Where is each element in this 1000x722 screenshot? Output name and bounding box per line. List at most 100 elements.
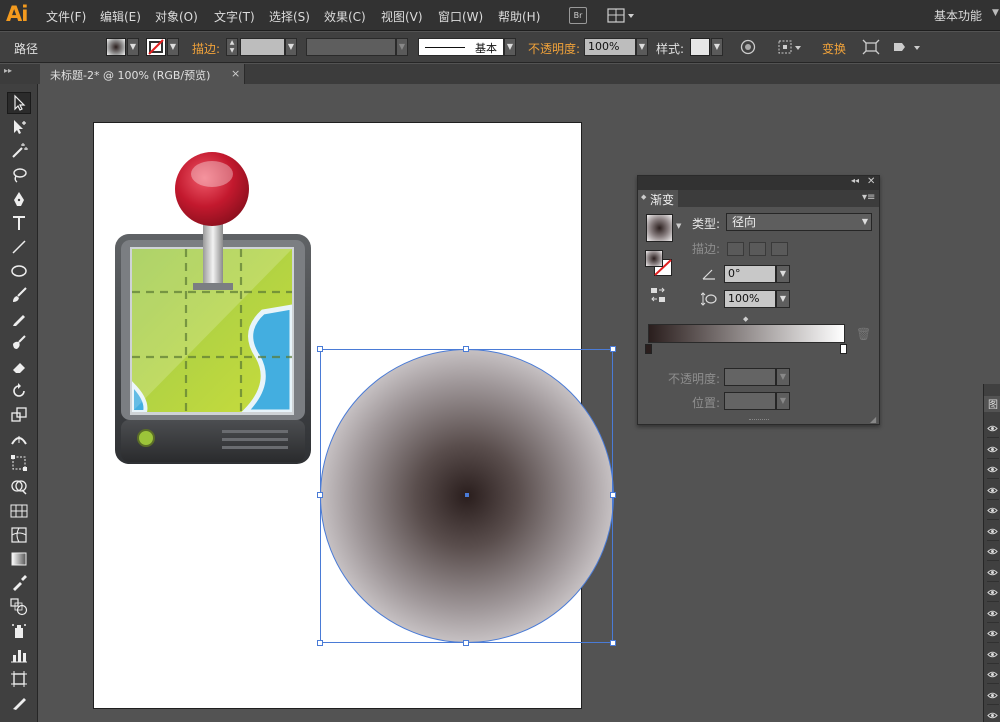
gradient-preview-swatch[interactable] bbox=[646, 214, 673, 242]
layers-panel-tab[interactable]: 图 bbox=[984, 396, 1000, 412]
eraser-tool[interactable] bbox=[7, 356, 31, 378]
graphic-style-dropdown-icon[interactable]: ▼ bbox=[711, 38, 723, 56]
ellipse-tool[interactable] bbox=[7, 260, 31, 282]
stop-location-dropdown-icon[interactable]: ▼ bbox=[776, 392, 790, 410]
eyedropper-tool[interactable] bbox=[7, 572, 31, 594]
stroke-within-button[interactable] bbox=[727, 242, 744, 256]
bridge-button[interactable]: Br bbox=[569, 7, 587, 24]
layer-visibility-toggle[interactable] bbox=[987, 543, 999, 561]
stop-opacity-input[interactable] bbox=[724, 368, 776, 386]
layer-visibility-toggle[interactable] bbox=[987, 420, 999, 438]
selection-handle[interactable] bbox=[317, 346, 323, 352]
opacity-input[interactable]: 100% bbox=[584, 38, 636, 56]
stroke-along-button[interactable] bbox=[749, 242, 766, 256]
stop-location-input[interactable] bbox=[724, 392, 776, 410]
menu-window[interactable]: 窗口(W) bbox=[438, 8, 483, 25]
angle-dropdown-icon[interactable]: ▼ bbox=[776, 265, 790, 283]
reverse-gradient-icon[interactable] bbox=[650, 287, 666, 303]
layer-visibility-toggle[interactable] bbox=[987, 707, 999, 722]
gradient-tab[interactable]: ◆ 渐变 bbox=[638, 190, 678, 207]
panel-titlebar[interactable]: ◂◂ ✕ bbox=[638, 176, 879, 190]
scale-tool[interactable] bbox=[7, 404, 31, 426]
layer-visibility-toggle[interactable] bbox=[987, 482, 999, 500]
stroke-weight-input[interactable] bbox=[240, 38, 285, 56]
shape-builder-tool[interactable] bbox=[7, 476, 31, 498]
width-tool[interactable] bbox=[7, 428, 31, 450]
aspect-ratio-dropdown-icon[interactable]: ▼ bbox=[776, 290, 790, 308]
stroke-weight-dropdown-icon[interactable]: ▼ bbox=[285, 38, 297, 56]
variable-width-dropdown-icon[interactable]: ▼ bbox=[396, 38, 408, 56]
gradient-stop-end[interactable] bbox=[840, 344, 847, 354]
paintbrush-tool[interactable] bbox=[7, 284, 31, 306]
symbol-sprayer-tool[interactable] bbox=[7, 620, 31, 642]
layer-visibility-toggle[interactable] bbox=[987, 605, 999, 623]
fill-dropdown-icon[interactable]: ▼ bbox=[127, 38, 139, 56]
layer-visibility-toggle[interactable] bbox=[987, 646, 999, 664]
resize-corner-icon[interactable]: ◢ bbox=[870, 415, 876, 424]
column-graph-tool[interactable] bbox=[7, 644, 31, 666]
menu-effect[interactable]: 效果(C) bbox=[324, 8, 366, 25]
delete-stop-icon[interactable]: 🗑 bbox=[856, 327, 871, 341]
selection-handle[interactable] bbox=[463, 640, 469, 646]
menu-select[interactable]: 选择(S) bbox=[269, 8, 310, 25]
layer-visibility-toggle[interactable] bbox=[987, 687, 999, 705]
mesh-tool[interactable] bbox=[7, 524, 31, 546]
pencil-tool[interactable] bbox=[7, 308, 31, 330]
aspect-ratio-input[interactable]: 100% bbox=[724, 290, 776, 308]
layer-visibility-toggle[interactable] bbox=[987, 584, 999, 602]
workspace-switcher[interactable]: 基本功能 bbox=[934, 7, 982, 24]
stroke-weight-stepper-icon[interactable]: ▲ ▼ bbox=[226, 38, 238, 56]
gradient-midpoint-icon[interactable]: ◆ bbox=[743, 315, 748, 323]
gradient-presets-dropdown-icon[interactable]: ▼ bbox=[676, 222, 681, 230]
variable-width-profile[interactable] bbox=[306, 38, 396, 56]
close-icon[interactable]: ✕ bbox=[867, 176, 875, 187]
selection-handle[interactable] bbox=[463, 346, 469, 352]
rotate-tool[interactable] bbox=[7, 380, 31, 402]
perspective-grid-tool[interactable] bbox=[7, 500, 31, 522]
gradient-slider[interactable] bbox=[648, 324, 845, 343]
layer-visibility-toggle[interactable] bbox=[987, 461, 999, 479]
arrange-documents-button[interactable] bbox=[607, 7, 635, 24]
selection-handle[interactable] bbox=[317, 640, 323, 646]
menu-view[interactable]: 视图(V) bbox=[381, 8, 423, 25]
panel-menu-icon[interactable]: ▾≡ bbox=[862, 192, 875, 203]
angle-input[interactable]: 0° bbox=[724, 265, 776, 283]
tab-expand-icon[interactable]: ◆ bbox=[641, 193, 646, 201]
line-segment-tool[interactable] bbox=[7, 236, 31, 258]
pen-tool[interactable] bbox=[7, 188, 31, 210]
layer-visibility-toggle[interactable] bbox=[987, 441, 999, 459]
stop-opacity-dropdown-icon[interactable]: ▼ bbox=[776, 368, 790, 386]
fill-indicator[interactable] bbox=[645, 250, 663, 267]
brush-dropdown-icon[interactable]: ▼ bbox=[504, 38, 516, 56]
layer-visibility-toggle[interactable] bbox=[987, 666, 999, 684]
transform-label[interactable]: 变换 bbox=[822, 40, 846, 57]
brush-definition[interactable]: 基本 bbox=[418, 38, 504, 56]
selection-handle[interactable] bbox=[610, 346, 616, 352]
menu-help[interactable]: 帮助(H) bbox=[498, 8, 540, 25]
menu-edit[interactable]: 编辑(E) bbox=[100, 8, 141, 25]
stroke-swatch[interactable] bbox=[146, 38, 166, 56]
layer-visibility-toggle[interactable] bbox=[987, 625, 999, 643]
magic-wand-tool[interactable] bbox=[7, 140, 31, 162]
slice-tool[interactable] bbox=[7, 692, 31, 714]
stroke-across-button[interactable] bbox=[771, 242, 788, 256]
panel-menu-button[interactable] bbox=[892, 39, 924, 55]
stroke-weight-label[interactable]: 描边: bbox=[192, 40, 220, 57]
layer-visibility-toggle[interactable] bbox=[987, 523, 999, 541]
map-device-illustration[interactable] bbox=[113, 152, 313, 467]
layer-visibility-toggle[interactable] bbox=[987, 564, 999, 582]
menu-object[interactable]: 对象(O) bbox=[155, 8, 198, 25]
selection-handle[interactable] bbox=[610, 640, 616, 646]
collapse-panel-icon[interactable]: ◂◂ bbox=[851, 176, 859, 185]
opacity-label[interactable]: 不透明度: bbox=[528, 40, 580, 57]
menu-type[interactable]: 文字(T) bbox=[214, 8, 255, 25]
artboard-tool[interactable] bbox=[7, 668, 31, 690]
blob-brush-tool[interactable] bbox=[7, 332, 31, 354]
stroke-dropdown-icon[interactable]: ▼ bbox=[167, 38, 179, 56]
opacity-dropdown-icon[interactable]: ▼ bbox=[636, 38, 648, 56]
gradient-stop-start[interactable] bbox=[645, 344, 652, 354]
graphic-style-swatch[interactable] bbox=[690, 38, 710, 56]
panel-resize-grip[interactable] bbox=[749, 419, 769, 422]
direct-selection-tool[interactable] bbox=[7, 116, 31, 138]
workspace-dropdown-icon[interactable]: ▼ bbox=[992, 8, 999, 18]
